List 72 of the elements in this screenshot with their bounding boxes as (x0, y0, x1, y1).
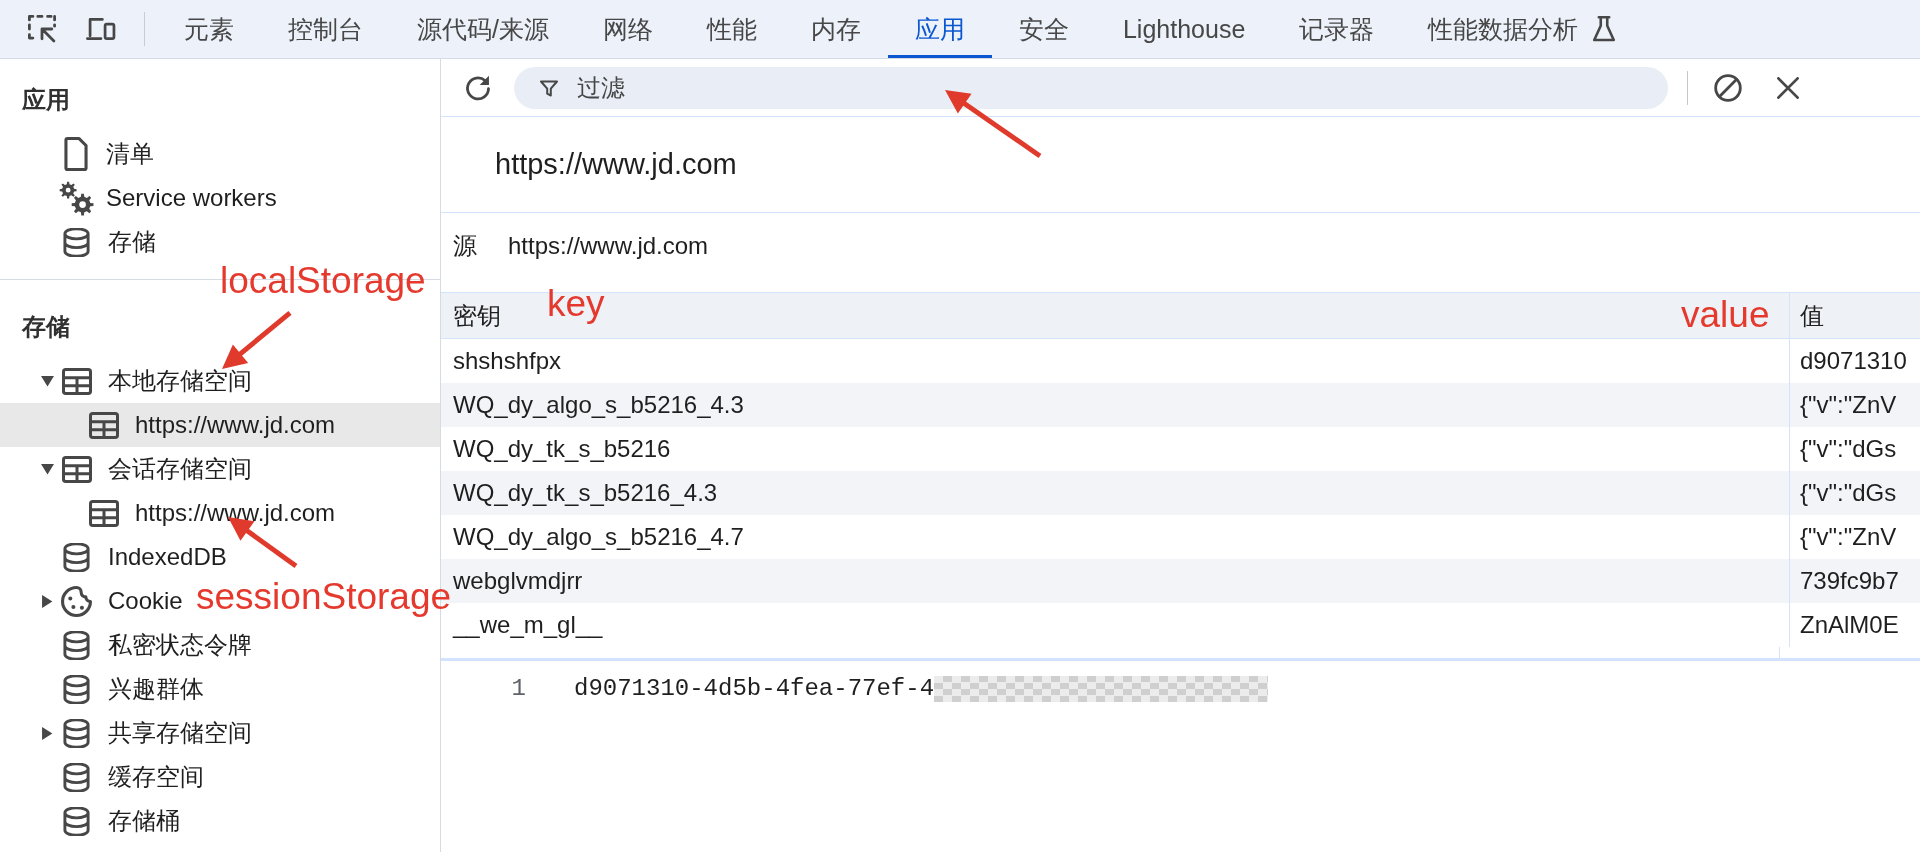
tab[interactable]: 安全 (991, 0, 1096, 58)
tree-item[interactable]: 共享存储空间 (0, 711, 257, 755)
table-grid-icon (89, 411, 119, 439)
caret-right-icon[interactable] (41, 594, 53, 608)
table-cell: WQ_dy_tk_s_b5216_4.3 (441, 471, 1790, 515)
table-cell: {"v":"dGs (1790, 471, 1920, 515)
tab[interactable]: 内存 (783, 0, 888, 58)
table-grid-icon (62, 455, 92, 483)
filter-field[interactable]: 过滤 (514, 66, 1668, 109)
tab[interactable]: 控制台 (261, 0, 390, 58)
column-header[interactable]: 值 (1800, 299, 1824, 332)
section-heading: 存储 (22, 312, 70, 342)
tree-item[interactable]: 会话存储空间 (0, 447, 257, 491)
block-icon[interactable] (1714, 73, 1742, 102)
tab[interactable]: 应用 (887, 0, 992, 58)
document-icon (63, 137, 89, 171)
tab[interactable]: 源代码/来源 (390, 0, 576, 58)
table-grid-icon (62, 367, 92, 395)
section-heading: 应用 (22, 85, 70, 115)
database-icon (62, 806, 91, 836)
line-number: 1 (511, 675, 526, 702)
tree-item[interactable]: 私密状态令牌 (0, 623, 257, 667)
tree-item[interactable]: 本地存储空间 (0, 359, 257, 403)
annotation-arrow (222, 311, 292, 369)
database-icon (62, 227, 91, 257)
database-icon (62, 674, 91, 704)
close-icon[interactable] (1777, 76, 1799, 99)
filter-icon (540, 79, 558, 97)
table-cell: 739fc9b7 (1790, 559, 1920, 603)
devices-icon[interactable] (86, 16, 116, 42)
tree-item[interactable]: 兴趣群体 (0, 667, 209, 711)
tab[interactable]: 记录器 (1272, 0, 1402, 58)
cursor-select-icon[interactable] (28, 15, 56, 43)
tree-item[interactable]: https://www.jd.com (0, 491, 341, 535)
annotation-label: value (1681, 296, 1770, 333)
tab[interactable]: 性能 (679, 0, 784, 58)
annotation-label: localStorage (220, 262, 426, 299)
tree-item[interactable]: 存储 (0, 220, 161, 264)
column-header[interactable]: 密钥 (453, 299, 501, 332)
table-cell-text: d9071310 (1799, 346, 1908, 376)
table-cell-text: {"v":"ZnV (1799, 522, 1898, 552)
tree-item[interactable]: IndexedDB (0, 535, 232, 579)
origin-title: https://www.jd.com (495, 148, 737, 181)
caret-down-icon[interactable] (40, 375, 54, 387)
tree-item[interactable]: Cookie (0, 579, 188, 623)
tab[interactable]: Lighthouse (1095, 0, 1273, 58)
tab[interactable]: 元素 (157, 0, 261, 58)
tab[interactable]: 性能数据分析 (1401, 0, 1644, 58)
table-cell: WQ_dy_algo_s_b5216_4.3 (441, 383, 1790, 427)
database-icon (62, 762, 91, 792)
caret-right-icon[interactable] (41, 726, 53, 740)
reload-icon[interactable] (464, 73, 492, 102)
origin-value: https://www.jd.com (508, 231, 709, 260)
database-icon (62, 542, 91, 572)
tree-item[interactable]: Service workers (0, 176, 282, 220)
cookie-icon (61, 585, 92, 617)
table-cell-text: ZnAlM0E (1799, 610, 1900, 640)
table-grid-icon (89, 499, 119, 527)
database-icon (62, 718, 91, 748)
database-icon (62, 630, 91, 660)
tree-item[interactable]: 清单 (0, 132, 159, 176)
table-cell: {"v":"ZnV (1790, 383, 1920, 427)
tree-item[interactable]: https://www.jd.com (0, 403, 440, 447)
annotation-label: key (547, 285, 605, 322)
table-cell-text: {"v":"dGs (1799, 434, 1898, 464)
tree-item[interactable]: 存储桶 (0, 799, 185, 843)
gears-icon (59, 180, 94, 216)
value-preview-text: d9071310-4d5b-4fea-77ef-4 (574, 675, 935, 702)
tree-item[interactable]: 缓存空间 (0, 755, 209, 799)
tab[interactable]: 网络 (575, 0, 680, 58)
origin-label: 源 (453, 230, 477, 261)
caret-down-icon[interactable] (40, 463, 54, 475)
